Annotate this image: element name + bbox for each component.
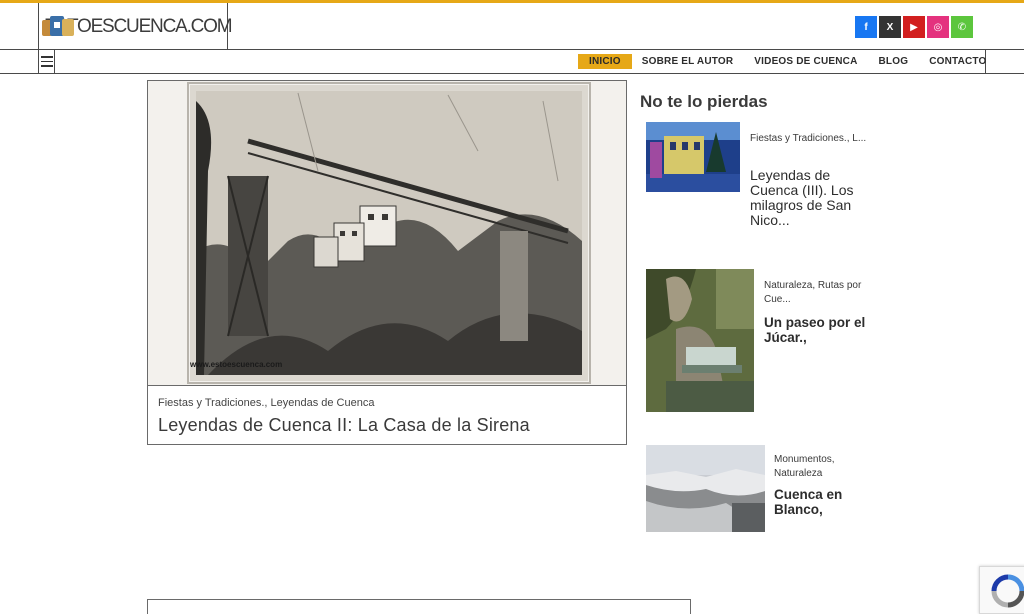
nav-item-blog[interactable]: BLOG [879,56,909,67]
site-header: ESTOESCUENCA.COM f X ▶ ◎ ✆ [0,3,1024,50]
facebook-icon[interactable]: f [855,16,877,38]
next-post-card[interactable] [147,599,691,614]
featured-watermark: www.estoescuenca.com [189,360,282,369]
featured-post-image[interactable]: www.estoescuenca.com [148,81,626,386]
sidebar-post-title[interactable]: Cuenca en Blanco, [774,487,874,517]
nav-item-videos-de-cuenca[interactable]: VIDEOS DE CUENCA [754,56,857,67]
youtube-icon[interactable]: ▶ [903,16,925,38]
sidebar-post-thumbnail[interactable] [646,445,765,532]
social-links: f X ▶ ◎ ✆ [855,16,973,38]
sidebar-post-title[interactable]: Leyendas de Cuenca (III). Los milagros d… [750,168,874,228]
featured-post-card[interactable]: www.estoescuenca.com Fiestas y Tradicion… [147,80,627,445]
hamburger-menu-icon[interactable] [38,50,55,73]
sidebar-post-title[interactable]: Un paseo por el Júcar., [764,315,874,345]
recaptcha-badge[interactable] [979,566,1024,614]
nav-item-inicio[interactable]: INICIO [578,54,632,69]
whatsapp-icon[interactable]: ✆ [951,16,973,38]
sidebar-post-item[interactable]: Monumentos, Naturaleza Cuenca en Blanco, [646,445,876,535]
featured-post-categories[interactable]: Fiestas y Tradiciones., Leyendas de Cuen… [158,397,374,409]
sidebar-post-categories[interactable]: Naturaleza, Rutas por Cue... [764,279,872,307]
sidebar-heading: No te lo pierdas [640,92,768,111]
recaptcha-icon [991,574,1024,608]
sidebar-post-categories[interactable]: Monumentos, Naturaleza [774,453,874,481]
nav-item-sobre-el-autor[interactable]: SOBRE EL AUTOR [642,56,734,67]
main-nav: INICIO SOBRE EL AUTOR VIDEOS DE CUENCA B… [574,50,986,73]
nav-item-contacto[interactable]: CONTACTO [929,56,986,67]
site-logo[interactable]: ESTOESCUENCA.COM [38,3,233,50]
instagram-icon[interactable]: ◎ [927,16,949,38]
sidebar-post-thumbnail[interactable] [646,269,754,412]
nav-bar: INICIO SOBRE EL AUTOR VIDEOS DE CUENCA B… [0,50,1024,74]
featured-post-title[interactable]: Leyendas de Cuenca II: La Casa de la Sir… [158,415,530,436]
sidebar-post-thumbnail[interactable] [646,122,740,192]
x-icon[interactable]: X [879,16,901,38]
sidebar-post-categories[interactable]: Fiestas y Tradiciones., L... [750,132,876,146]
sidebar-post-item[interactable]: Naturaleza, Rutas por Cue... Un paseo po… [646,269,876,414]
sidebar-post-item[interactable]: Fiestas y Tradiciones., L... Leyendas de… [646,122,876,232]
